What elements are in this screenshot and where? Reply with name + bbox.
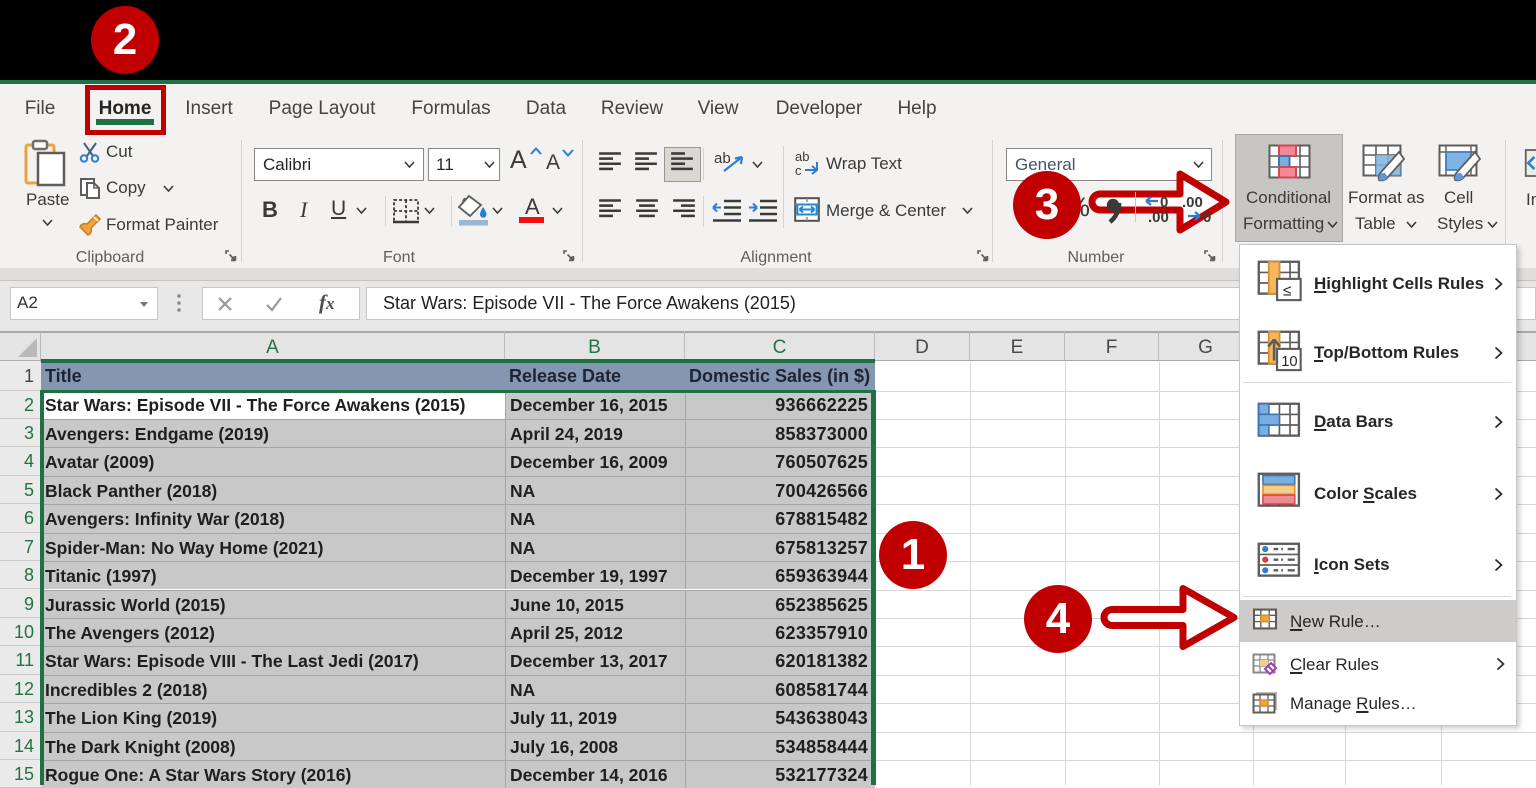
svg-text:0: 0 [1203, 209, 1211, 224]
svg-text:.00: .00 [1182, 194, 1203, 211]
svg-text:.00: .00 [1148, 209, 1169, 224]
